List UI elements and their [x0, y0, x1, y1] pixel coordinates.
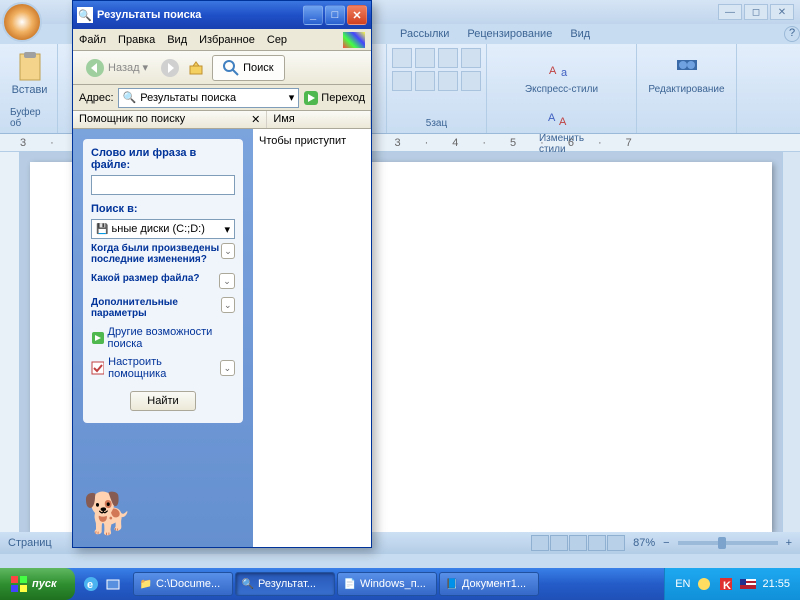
search-title: Результаты поиска — [97, 9, 201, 21]
svg-text:A: A — [559, 116, 567, 128]
task-document[interactable]: 📘 Документ1... — [439, 572, 539, 596]
quick-styles-button[interactable]: Aa Экспресс-стили — [519, 48, 604, 97]
search-maximize-button[interactable]: □ — [325, 5, 345, 25]
help-icon[interactable]: ? — [784, 26, 800, 42]
file-size-row[interactable]: Какой размер файла? ⌄ — [91, 269, 235, 293]
svg-text:K: K — [723, 580, 731, 592]
column-headers: Помощник по поиску✕ Имя — [73, 111, 371, 129]
paragraph-buttons[interactable] — [392, 48, 482, 91]
windows-flag-icon[interactable] — [343, 32, 365, 48]
tab-mailings[interactable]: Рассылки — [400, 28, 449, 40]
paste-button[interactable]: Встави — [6, 48, 54, 98]
vertical-ruler[interactable] — [0, 152, 20, 532]
search-toolbar: Назад ▾ Поиск — [73, 51, 371, 85]
clock[interactable]: 21:55 — [762, 578, 790, 590]
menu-edit[interactable]: Правка — [118, 34, 155, 46]
other-options-link[interactable]: Другие возможности поиска — [91, 323, 235, 353]
tray-volume-icon[interactable] — [696, 576, 712, 592]
zoom-in-button[interactable]: + — [786, 537, 792, 549]
phrase-input[interactable] — [91, 175, 235, 195]
search-menubar: Файл Правка Вид Избранное Сер — [73, 29, 371, 51]
view-mode-buttons[interactable] — [531, 535, 625, 551]
language-indicator[interactable]: EN — [675, 578, 690, 590]
address-bar: Адрес: 🔍 Результаты поиска ▾ Переход — [73, 85, 371, 111]
show-desktop-icon[interactable] — [103, 573, 123, 595]
quick-styles-label: Экспресс-стили — [525, 84, 598, 95]
taskbar-buttons: 📁 C:\Docume... 🔍 Результат... 📄 Windows_… — [129, 572, 665, 596]
results-pane[interactable]: Чтобы приступит — [253, 129, 371, 547]
go-button[interactable]: Переход — [303, 90, 365, 106]
chevron-down-icon[interactable]: ⌄ — [219, 273, 235, 289]
search-titlebar[interactable]: 🔍 Результаты поиска _ □ ✕ — [73, 1, 371, 29]
zoom-slider[interactable] — [678, 541, 778, 545]
page-status: Страниц — [8, 537, 52, 549]
paste-label: Встави — [12, 84, 48, 96]
name-column[interactable]: Имя — [267, 111, 371, 128]
tray-flag-icon[interactable] — [740, 576, 756, 592]
task-explorer[interactable]: 📁 C:\Docume... — [133, 572, 233, 596]
back-button[interactable]: Назад ▾ — [79, 55, 154, 81]
search-dog-icon[interactable]: 🐕 — [83, 490, 133, 537]
quick-launch: e — [75, 573, 129, 595]
zoom-out-button[interactable]: − — [663, 537, 669, 549]
find-button[interactable]: Найти — [130, 391, 195, 411]
address-input[interactable]: 🔍 Результаты поиска ▾ — [118, 88, 300, 108]
clipboard-group-label: Буфер об — [10, 107, 49, 129]
tab-review[interactable]: Рецензирование — [467, 28, 552, 40]
search-window-icon: 🔍 — [77, 7, 93, 23]
up-icon[interactable] — [186, 58, 206, 78]
task-search[interactable]: 🔍 Результат... — [235, 572, 335, 596]
ie-icon[interactable]: e — [81, 573, 101, 595]
customize-link[interactable]: Настроить помощника ⌄ — [91, 353, 235, 383]
system-tray: EN K 21:55 — [664, 568, 800, 600]
word-maximize-button[interactable]: ◻ — [744, 4, 768, 20]
menu-service[interactable]: Сер — [267, 34, 287, 46]
menu-view[interactable]: Вид — [167, 34, 187, 46]
close-helper-icon[interactable]: ✕ — [251, 113, 260, 126]
tray-av-icon[interactable]: K — [718, 576, 734, 592]
menu-file[interactable]: Файл — [79, 34, 106, 46]
editing-label: Редактирование — [648, 84, 724, 95]
when-modified-row[interactable]: Когда были произведены последние изменен… — [91, 239, 235, 269]
svg-text:A: A — [549, 65, 557, 77]
word-close-button[interactable]: ✕ — [770, 4, 794, 20]
start-button[interactable]: пуск — [0, 568, 75, 600]
search-minimize-button[interactable]: _ — [303, 5, 323, 25]
results-hint: Чтобы приступит — [259, 135, 346, 147]
svg-text:A: A — [548, 112, 556, 124]
phrase-label: Слово или фраза в файле: — [91, 147, 235, 171]
chevron-down-icon[interactable]: ⌄ — [221, 243, 235, 259]
more-options-row[interactable]: Дополнительные параметры ⌄ — [91, 293, 235, 323]
chevron-down-icon[interactable]: ⌄ — [220, 360, 235, 376]
search-folder-icon: 🔍 — [123, 91, 137, 104]
menu-favorites[interactable]: Избранное — [199, 34, 255, 46]
lookin-select[interactable]: 💾 ьные диски (C:;D:) — [91, 219, 235, 239]
office-button[interactable] — [2, 2, 42, 42]
word-minimize-button[interactable]: — — [718, 4, 742, 20]
svg-text:a: a — [561, 67, 568, 79]
paragraph-group-label: 5зац — [426, 118, 447, 129]
vertical-scrollbar[interactable] — [782, 152, 800, 532]
zoom-level[interactable]: 87% — [633, 537, 655, 549]
tab-view[interactable]: Вид — [570, 28, 590, 40]
svg-text:e: e — [87, 579, 93, 591]
search-toolbar-button[interactable]: Поиск — [212, 55, 284, 81]
editing-button[interactable]: Редактирование — [642, 48, 730, 97]
search-close-button[interactable]: ✕ — [347, 5, 367, 25]
helper-column[interactable]: Помощник по поиску✕ — [73, 111, 267, 128]
lookin-label: Поиск в: — [91, 203, 235, 215]
taskbar: пуск e 📁 C:\Docume... 🔍 Результат... 📄 W… — [0, 568, 800, 600]
forward-icon[interactable] — [160, 58, 180, 78]
address-label: Адрес: — [79, 92, 114, 104]
search-results-window: 🔍 Результаты поиска _ □ ✕ Файл Правка Ви… — [72, 0, 372, 548]
chevron-down-icon[interactable]: ⌄ — [221, 297, 235, 313]
task-windows[interactable]: 📄 Windows_п... — [337, 572, 437, 596]
search-companion-sidebar: Слово или фраза в файле: Поиск в: 💾 ьные… — [73, 129, 253, 547]
